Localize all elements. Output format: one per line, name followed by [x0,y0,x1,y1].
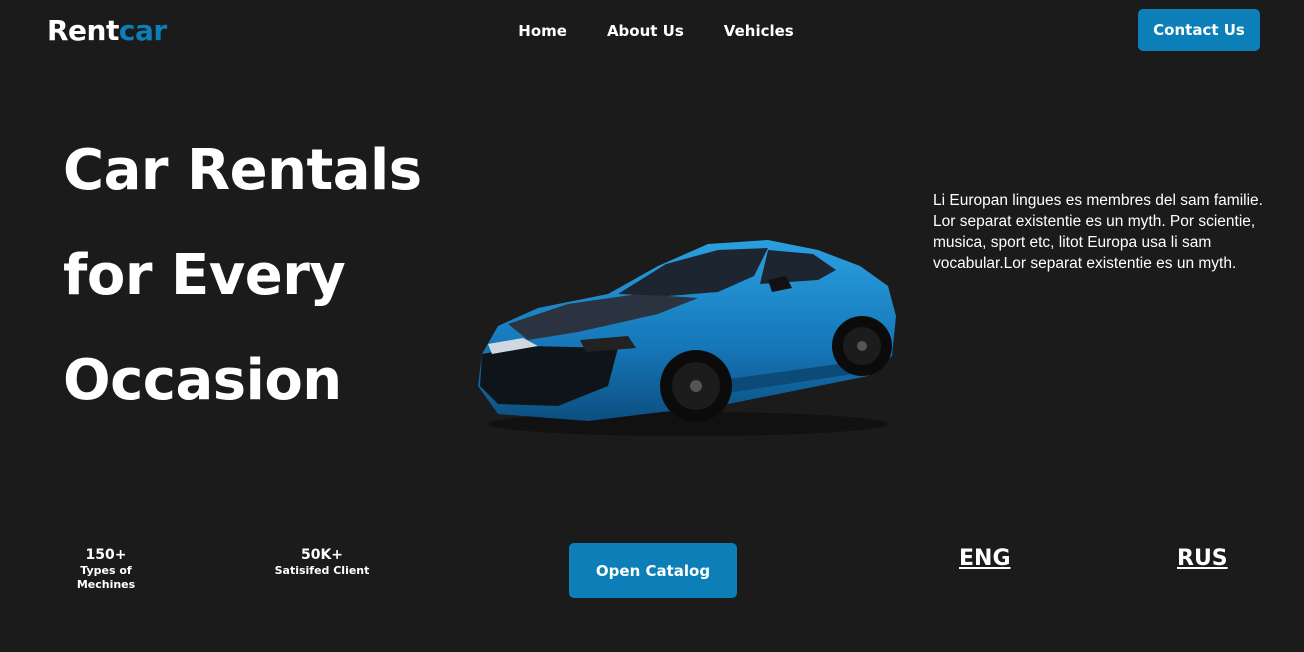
hero-description: Li Europan lingues es membres del sam fa… [933,192,1263,272]
nav-home[interactable]: Home [518,22,567,40]
stat-label: Types of Mechines [76,564,136,591]
stat-label: Satisifed Client [274,564,370,577]
language-rus-link[interactable]: RUS [1177,546,1228,571]
nav-about-us[interactable]: About Us [607,22,684,40]
nav-vehicles[interactable]: Vehicles [724,22,794,40]
stat-clients: 50K+ Satisifed Client [266,546,378,578]
stat-value: 50K+ [300,547,344,563]
open-catalog-button[interactable]: Open Catalog [569,543,737,598]
hero-title-line-2: for Every [63,243,346,308]
hero-title-line-3: Occasion [63,348,342,413]
stat-machine-types: 150+ Types of Mechines [50,546,162,592]
car-image [478,240,896,436]
hero-title-line-1: Car Rentals [63,138,422,203]
main-nav: Home About Us Vehicles [0,22,1304,40]
contact-us-button[interactable]: Contact Us [1138,9,1260,51]
language-eng-link[interactable]: ENG [959,546,1011,571]
stat-value: 150+ [85,547,127,563]
hero-title: Car Rentals for Every Occasion [63,118,483,433]
